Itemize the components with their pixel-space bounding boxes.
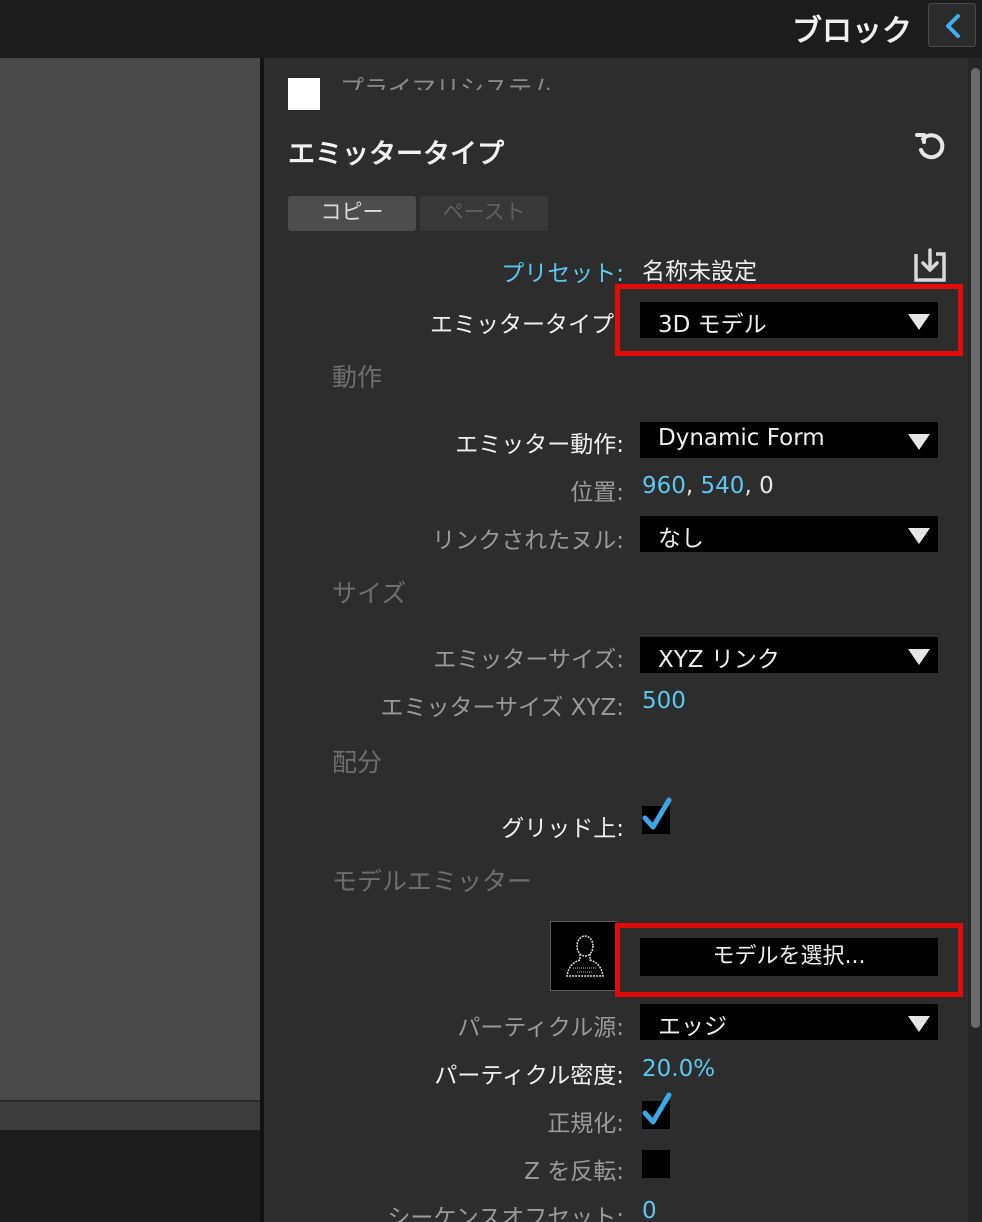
emitter-behavior-value: Dynamic Form: [658, 425, 825, 451]
emitter-size-xyz-value[interactable]: 500: [642, 688, 686, 714]
top-bar: ブロック: [0, 0, 982, 58]
checkmark-icon: [642, 797, 672, 830]
group-motion: 動作: [332, 363, 383, 392]
on-grid-label: グリッド上:: [501, 816, 624, 842]
position-sep-2: ,: [744, 473, 752, 499]
timeline-area: [0, 1130, 260, 1222]
linked-null-value: なし: [658, 526, 704, 552]
emitter-type-label: エミッタータイプ: [430, 312, 614, 338]
emitter-size-xyz-label: エミッターサイズ XYZ:: [380, 695, 624, 721]
sequence-offset-value[interactable]: 0: [642, 1198, 657, 1222]
collapse-panel-button[interactable]: [928, 3, 976, 47]
position-x[interactable]: 960: [642, 473, 686, 499]
group-distribution: 配分: [332, 748, 383, 777]
flip-z-checkbox[interactable]: [642, 1150, 670, 1178]
viewer-scrollbar-strip[interactable]: [0, 1100, 260, 1132]
particle-source-dropdown[interactable]: エッジ: [640, 1004, 938, 1040]
emitter-size-label: エミッターサイズ:: [433, 647, 624, 673]
on-grid-checkbox[interactable]: [642, 797, 672, 834]
flip-z-label: Z を反転:: [524, 1159, 624, 1185]
reset-icon[interactable]: [914, 130, 948, 168]
position-y[interactable]: 540: [701, 473, 745, 499]
preset-label[interactable]: プリセット:: [501, 254, 624, 288]
paste-button[interactable]: ペースト: [420, 196, 548, 231]
emitter-behavior-dropdown[interactable]: Dynamic Form: [640, 422, 938, 458]
dropdown-arrow-icon: [908, 528, 930, 544]
emitter-behavior-label: エミッター動作:: [455, 432, 624, 458]
chevron-left-icon: [946, 14, 960, 38]
section-title: エミッタータイプ: [288, 139, 504, 170]
normalize-label: 正規化:: [547, 1111, 624, 1137]
group-size: サイズ: [332, 579, 407, 608]
linked-null-label: リンクされたヌル:: [432, 528, 624, 554]
normalize-checkbox[interactable]: [642, 1092, 672, 1129]
model-thumbnail-icon[interactable]: [550, 921, 618, 991]
checkmark-icon: [642, 1092, 672, 1125]
copy-button[interactable]: コピー: [288, 196, 416, 231]
particle-density-value[interactable]: 20.0%: [642, 1056, 715, 1082]
panel-scroll-thumb[interactable]: [971, 68, 980, 1028]
highlight-emitter-type: [615, 284, 963, 356]
particle-source-value: エッジ: [658, 1014, 727, 1040]
emitter-size-dropdown[interactable]: XYZ リンク: [640, 637, 938, 673]
highlight-select-model: [615, 923, 963, 997]
position-sep-1: ,: [685, 473, 694, 499]
position-values: 960, 540, 0: [642, 473, 774, 499]
dropdown-arrow-icon: [908, 649, 930, 665]
preset-value: 名称未設定: [642, 259, 757, 285]
viewer-pane: [0, 58, 260, 1100]
position-label: 位置:: [570, 480, 624, 506]
dropdown-arrow-icon: [908, 1016, 930, 1032]
linked-null-dropdown[interactable]: なし: [640, 516, 938, 552]
inspector-panel: プライマリシステム エミッタータイプ コピー ペースト プリセット: 名称未設定…: [264, 58, 968, 1222]
block-title: ブロック: [792, 14, 912, 49]
emitter-size-value: XYZ リンク: [658, 647, 780, 673]
position-z[interactable]: 0: [759, 473, 774, 499]
system-title: プライマリシステム: [340, 75, 556, 90]
save-preset-icon[interactable]: [912, 248, 948, 288]
color-swatch[interactable]: [288, 78, 320, 110]
particle-source-label: パーティクル源:: [457, 1015, 624, 1041]
group-model-emitter: モデルエミッター: [332, 867, 533, 896]
dropdown-arrow-icon: [908, 434, 930, 450]
sequence-offset-label: シーケンスオフセット:: [387, 1205, 624, 1222]
particle-density-label: パーティクル密度:: [434, 1063, 624, 1089]
